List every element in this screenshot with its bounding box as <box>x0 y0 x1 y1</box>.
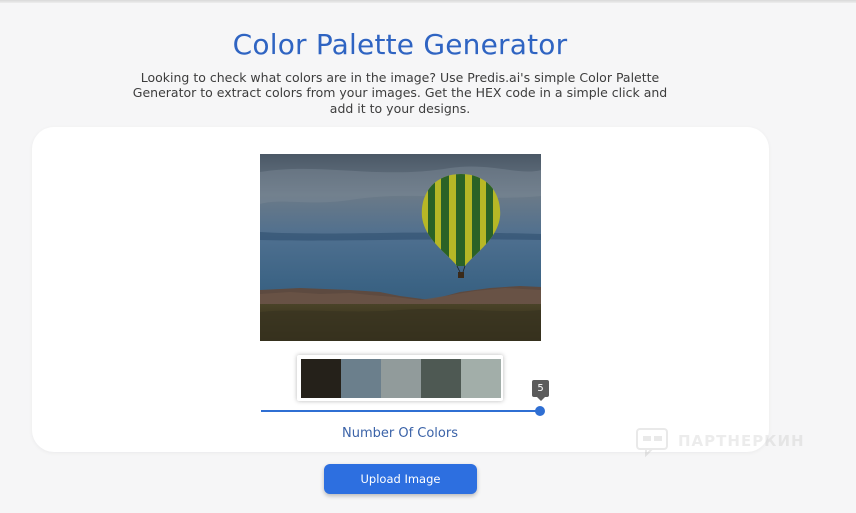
slider-value-tooltip: 5 <box>532 380 549 401</box>
uploaded-image-preview <box>260 154 541 341</box>
colors-slider-track[interactable] <box>261 410 540 412</box>
watermark-text: ПАРТНЕРКИН <box>678 432 805 450</box>
palette-swatch[interactable] <box>341 359 381 398</box>
page-title: Color Palette Generator <box>232 27 568 61</box>
palette-swatch[interactable] <box>461 359 501 398</box>
color-palette <box>297 355 503 401</box>
palette-swatch[interactable] <box>301 359 341 398</box>
colors-slider-thumb[interactable] <box>535 406 545 416</box>
page-description: Looking to check what colors are in the … <box>132 69 668 116</box>
palette-swatch[interactable] <box>381 359 421 398</box>
partner-logo-icon <box>636 428 668 458</box>
upload-image-button[interactable]: Upload Image <box>324 464 477 494</box>
slider-label: Number Of Colors <box>341 426 458 441</box>
palette-swatch[interactable] <box>421 359 461 398</box>
watermark: ПАРТНЕРКИН <box>636 424 805 458</box>
top-border <box>0 0 856 3</box>
